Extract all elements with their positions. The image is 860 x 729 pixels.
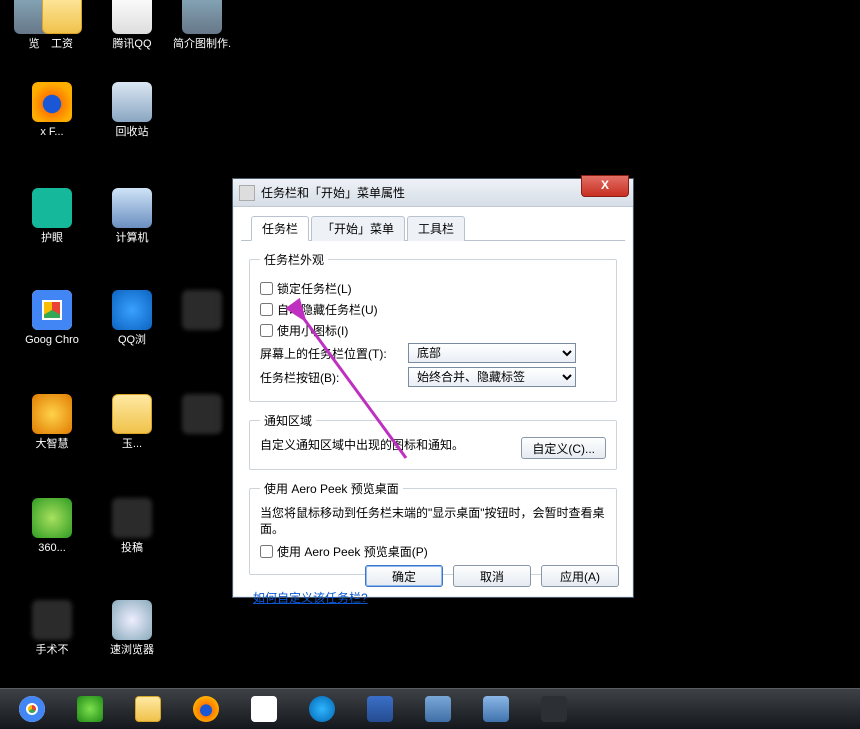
taskbar-position-label: 屏幕上的任务栏位置(T):	[260, 345, 408, 362]
folder-icon	[42, 0, 82, 34]
taskbar-item-word[interactable]	[352, 692, 408, 726]
qq-icon	[112, 0, 152, 34]
firefox-icon	[32, 82, 72, 122]
desktop-icon[interactable]: 计算机	[98, 188, 166, 245]
word-icon	[367, 696, 393, 722]
blurred-icon	[182, 394, 222, 434]
group-aeropeek: 使用 Aero Peek 预览桌面 当您将鼠标移动到任务栏末端的"显示桌面"按钮…	[249, 480, 617, 575]
document-icon	[251, 696, 277, 722]
computer-icon	[112, 188, 152, 228]
notification-desc: 自定义通知区域中出现的图标和通知。	[260, 437, 464, 453]
blurred-icon	[32, 600, 72, 640]
ok-button[interactable]: 确定	[365, 565, 443, 587]
desktop-icon[interactable]: 护眼	[18, 188, 86, 245]
blurred-icon	[182, 290, 222, 330]
taskbar-position-select[interactable]: 底部	[408, 343, 576, 363]
shield-icon	[77, 696, 103, 722]
dialog-buttons: 确定 取消 应用(A)	[365, 565, 619, 587]
explorer-icon	[135, 696, 161, 722]
taskbar	[0, 688, 860, 729]
tab-toolbars[interactable]: 工具栏	[407, 216, 465, 241]
blurred-icon	[112, 498, 152, 538]
group-notification-legend: 通知区域	[260, 412, 316, 429]
desktop-icon[interactable]: 简介图制作.	[168, 0, 236, 51]
desktop-icon[interactable]: 360...	[18, 498, 86, 555]
titlebar[interactable]: 任务栏和「开始」菜单属性 X	[233, 179, 633, 207]
group-appearance: 任务栏外观 锁定任务栏(L) 自动隐藏任务栏(U) 使用小图标(I) 屏幕上的任…	[249, 251, 617, 402]
desktop-icon[interactable]: 大智慧	[18, 394, 86, 451]
taskbar-buttons-select[interactable]: 始终合并、隐藏标签	[408, 367, 576, 387]
recycle-bin-icon	[112, 82, 152, 122]
desktop-icon[interactable]: 投稿	[98, 498, 166, 555]
generic-icon	[182, 0, 222, 34]
taskbar-item-picture[interactable]	[410, 692, 466, 726]
eyecare-icon	[32, 188, 72, 228]
chrome-icon	[32, 290, 72, 330]
desktop-icon[interactable]: 工资	[28, 0, 96, 51]
taskbar-item-other[interactable]	[526, 692, 582, 726]
folder-icon	[112, 394, 152, 434]
taskbar-item-firefox[interactable]	[178, 692, 234, 726]
group-aeropeek-legend: 使用 Aero Peek 预览桌面	[260, 480, 403, 497]
group-appearance-legend: 任务栏外观	[260, 251, 328, 268]
sogou-icon	[112, 600, 152, 640]
window-title: 任务栏和「开始」菜单属性	[261, 184, 405, 201]
360safe-icon	[32, 498, 72, 538]
app-icon	[541, 696, 567, 722]
taskbar-item-qq[interactable]	[294, 692, 350, 726]
tab-pane: 任务栏外观 锁定任务栏(L) 自动隐藏任务栏(U) 使用小图标(I) 屏幕上的任…	[233, 241, 633, 616]
apply-button[interactable]: 应用(A)	[541, 565, 619, 587]
group-notification: 通知区域 自定义通知区域中出现的图标和通知。 自定义(C)...	[249, 412, 617, 470]
howto-link[interactable]: 如何自定义该任务栏?	[253, 589, 368, 606]
customize-button[interactable]: 自定义(C)...	[521, 437, 606, 459]
taskbar-item-document[interactable]	[236, 692, 292, 726]
photos-icon	[483, 696, 509, 722]
desktop-icon[interactable]: Goog Chro	[18, 290, 86, 347]
desktop-icon[interactable]: QQ浏	[98, 290, 166, 347]
close-button[interactable]: X	[581, 175, 629, 197]
tab-taskbar[interactable]: 任务栏	[251, 216, 309, 241]
small-icons-checkbox[interactable]: 使用小图标(I)	[260, 322, 348, 339]
desktop-icon[interactable]: 回收站	[98, 82, 166, 139]
desktop-icon[interactable]	[168, 290, 236, 334]
aeropeek-desc: 当您将鼠标移动到任务栏末端的"显示桌面"按钮时，会暂时查看桌面。	[260, 505, 606, 537]
desktop-icon[interactable]: 手术不	[18, 600, 86, 657]
desktop-icon[interactable]: 玉...	[98, 394, 166, 451]
tabs: 任务栏 「开始」菜单 工具栏	[241, 207, 625, 241]
taskbar-item-360[interactable]	[62, 692, 118, 726]
taskbar-properties-dialog: 任务栏和「开始」菜单属性 X 任务栏 「开始」菜单 工具栏 任务栏外观 锁定任务…	[232, 178, 634, 598]
window-icon	[239, 185, 255, 201]
tab-startmenu[interactable]: 「开始」菜单	[311, 216, 405, 241]
dazhihui-icon	[32, 394, 72, 434]
taskbar-item-photos[interactable]	[468, 692, 524, 726]
desktop-icon[interactable]: x F...	[18, 82, 86, 139]
lock-taskbar-checkbox[interactable]: 锁定任务栏(L)	[260, 280, 352, 297]
aeropeek-checkbox[interactable]: 使用 Aero Peek 预览桌面(P)	[260, 543, 428, 560]
cancel-button[interactable]: 取消	[453, 565, 531, 587]
qq-icon	[309, 696, 335, 722]
picture-icon	[425, 696, 451, 722]
taskbar-buttons-label: 任务栏按钮(B):	[260, 369, 408, 386]
desktop-icon[interactable]: 腾讯QQ	[98, 0, 166, 51]
taskbar-item-chrome[interactable]	[4, 692, 60, 726]
chrome-icon	[19, 696, 45, 722]
taskbar-item-explorer[interactable]	[120, 692, 176, 726]
autohide-taskbar-checkbox[interactable]: 自动隐藏任务栏(U)	[260, 301, 378, 318]
desktop-icon[interactable]: 速浏览器	[98, 600, 166, 657]
qqbrowser-icon	[112, 290, 152, 330]
desktop-icon[interactable]	[168, 394, 236, 438]
firefox-icon	[193, 696, 219, 722]
